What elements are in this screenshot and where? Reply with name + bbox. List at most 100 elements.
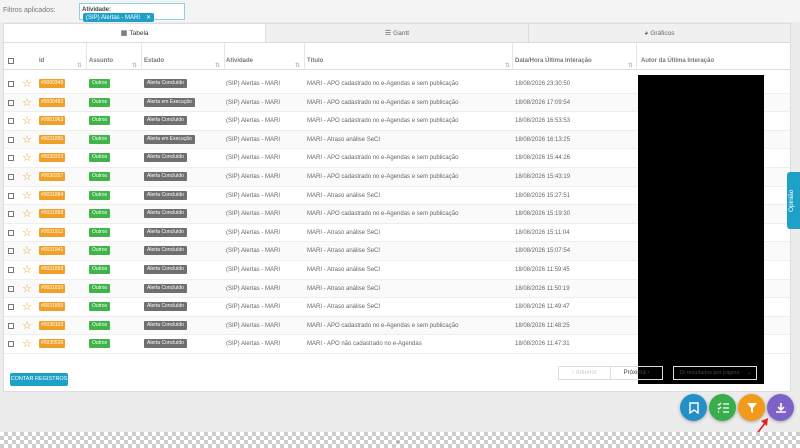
star-icon[interactable]: ☆ [22, 96, 32, 110]
sort-icon[interactable]: ⇅ [295, 58, 300, 75]
star-icon[interactable]: ☆ [22, 151, 32, 165]
select-all-checkbox[interactable] [8, 58, 14, 64]
row-checkbox[interactable] [8, 136, 14, 143]
star-icon[interactable]: ☆ [22, 263, 32, 277]
row-checkbox[interactable] [8, 118, 14, 125]
titulo-cell[interactable]: MARI - APO cadastrado no e-Agendas e sem… [307, 149, 458, 167]
estado-badge: Alerta Concluído [144, 171, 187, 181]
tab-graficos[interactable]: ◕ Gráficos [527, 24, 790, 42]
data-cell: 18/08/2026 15:19:30 [515, 211, 571, 218]
star-icon[interactable]: ☆ [22, 337, 32, 351]
list-check-button[interactable] [709, 394, 736, 421]
feedback-side-tab[interactable]: Opinião [787, 172, 800, 229]
titulo-cell[interactable]: MARI - Atraso análise SeCI [307, 298, 380, 316]
titulo-cell[interactable]: MARI - Atraso análise SeCI [307, 131, 380, 149]
id-badge[interactable]: #0031858 [39, 264, 66, 274]
titulo-cell[interactable]: MARI - APO cadastrado no e-Agendas e sem… [307, 205, 458, 223]
titulo-cell[interactable]: MARI - Atraso análise SeCI [307, 261, 380, 279]
star-icon[interactable]: ☆ [22, 226, 32, 240]
titulo-cell[interactable]: MARI - APO cadastrado no e-Agendas e sem… [307, 75, 458, 93]
row-checkbox[interactable] [8, 267, 14, 273]
close-icon[interactable]: ✕ [146, 15, 151, 21]
titulo-cell[interactable]: MARI - Atraso análise SeCI [307, 224, 380, 242]
sort-icon[interactable]: ⇅ [77, 58, 82, 75]
col-label: Assunto [89, 58, 113, 64]
id-badge[interactable]: #0030257 [39, 171, 66, 181]
id-badge[interactable]: #0030102 [39, 320, 66, 330]
col-autor[interactable]: Autor da Última Interação [641, 53, 781, 70]
row-checkbox[interactable] [8, 192, 14, 199]
titulo-cell[interactable]: MARI - APO cadastrado no e-Agendas e sem… [307, 112, 458, 130]
id-badge[interactable]: #0031855 [39, 302, 66, 312]
assunto-badge: Outros [89, 246, 111, 256]
id-badge[interactable]: #0000482 [39, 97, 66, 107]
col-atividade[interactable]: Atividade ⇅ [226, 53, 302, 70]
row-checkbox[interactable] [8, 285, 14, 292]
col-data[interactable]: Data/Hora Última Interação ⇅ [515, 53, 635, 70]
sort-icon[interactable]: ⇅ [132, 58, 137, 75]
col-id[interactable]: Id ⇅ [39, 53, 84, 70]
row-checkbox[interactable] [8, 174, 14, 180]
star-icon[interactable]: ☆ [22, 114, 32, 128]
count-records-button[interactable]: CONTAR REGISTROS [10, 373, 68, 386]
id-badge[interactable]: #0001963 [39, 116, 66, 126]
assunto-badge: Outros [89, 320, 111, 330]
atividade-cell: (SIP) Alertas - MARI [226, 285, 281, 292]
titulo-cell[interactable]: MARI - Atraso análise SeCI [307, 242, 380, 260]
row-checkbox[interactable] [8, 99, 14, 106]
sort-icon[interactable]: ⇅ [215, 58, 220, 75]
titulo-cell[interactable]: MARI - Atraso análise SeCI [307, 187, 380, 205]
data-cell: 18/08/2026 11:50:19 [515, 285, 570, 292]
titulo-cell[interactable]: MARI - APO cadastrado no e-Agendas e sem… [307, 168, 458, 186]
row-checkbox[interactable] [8, 322, 14, 329]
prev-page-button[interactable]: ‹ Anterior [559, 367, 611, 379]
row-checkbox[interactable] [8, 211, 14, 218]
star-icon[interactable]: ☆ [22, 170, 32, 184]
row-checkbox[interactable] [8, 341, 14, 348]
tab-gantt[interactable]: ☰ Gantt [265, 24, 528, 42]
next-page-button[interactable]: Próxima › [611, 367, 662, 379]
star-icon[interactable]: ☆ [22, 189, 32, 203]
assunto-badge: Outros [89, 227, 111, 237]
sort-icon[interactable]: ⇅ [505, 58, 510, 75]
data-cell: 18/08/2026 11:49:47 [515, 304, 570, 311]
col-titulo[interactable]: Título ⇅ [307, 53, 512, 70]
per-page-select[interactable]: 15 resultados por página ⌄ [673, 366, 757, 380]
row-checkbox[interactable] [8, 248, 14, 255]
tab-label: Gráficos [650, 30, 675, 37]
filter-chip[interactable]: (SIP) Alertas - MARI ✕ [83, 13, 155, 22]
row-checkbox[interactable] [8, 81, 14, 87]
col-estado[interactable]: Estado ⇅ [144, 53, 222, 70]
sort-icon[interactable]: ⇅ [628, 58, 633, 75]
row-checkbox[interactable] [8, 229, 14, 236]
col-assunto[interactable]: Assunto ⇅ [89, 53, 139, 70]
titulo-cell[interactable]: MARI - APO não cadastrado no e-Agendas [307, 335, 422, 353]
id-badge[interactable]: #0031884 [39, 190, 66, 200]
assunto-badge: Outros [89, 264, 111, 274]
tab-tabela[interactable]: ▦ Tabela [4, 24, 266, 42]
filter-chip-label: (SIP) Alertas - MARI [86, 15, 141, 21]
row-checkbox[interactable] [8, 304, 14, 311]
id-badge[interactable]: #0031810 [39, 283, 66, 293]
star-icon[interactable]: ☆ [22, 77, 32, 91]
data-cell: 18/08/2026 15:43:19 [515, 174, 571, 180]
titulo-cell[interactable]: MARI - APO cadastrado no e-Agendas e sem… [307, 317, 458, 335]
bookmark-button[interactable] [680, 394, 707, 421]
row-checkbox[interactable] [8, 155, 14, 162]
star-icon[interactable]: ☆ [22, 207, 32, 221]
estado-badge: Alerta Concluído [144, 320, 187, 330]
star-icon[interactable]: ☆ [22, 133, 32, 147]
titulo-cell[interactable]: MARI - Atraso análise SeCI [307, 280, 380, 298]
star-icon[interactable]: ☆ [22, 282, 32, 296]
id-badge[interactable]: #0000349 [39, 78, 66, 88]
id-badge[interactable]: #0030203 [39, 153, 66, 163]
id-badge[interactable]: #0031895 [39, 134, 66, 144]
star-icon[interactable]: ☆ [22, 300, 32, 314]
id-badge[interactable]: #0030536 [39, 339, 66, 349]
id-badge[interactable]: #0031868 [39, 209, 66, 219]
id-badge[interactable]: #0031912 [39, 227, 66, 237]
star-icon[interactable]: ☆ [22, 319, 32, 333]
star-icon[interactable]: ☆ [22, 244, 32, 258]
titulo-cell[interactable]: MARI - APO cadastrado no e-Agendas e sem… [307, 94, 458, 112]
id-badge[interactable]: #0031941 [39, 246, 66, 256]
